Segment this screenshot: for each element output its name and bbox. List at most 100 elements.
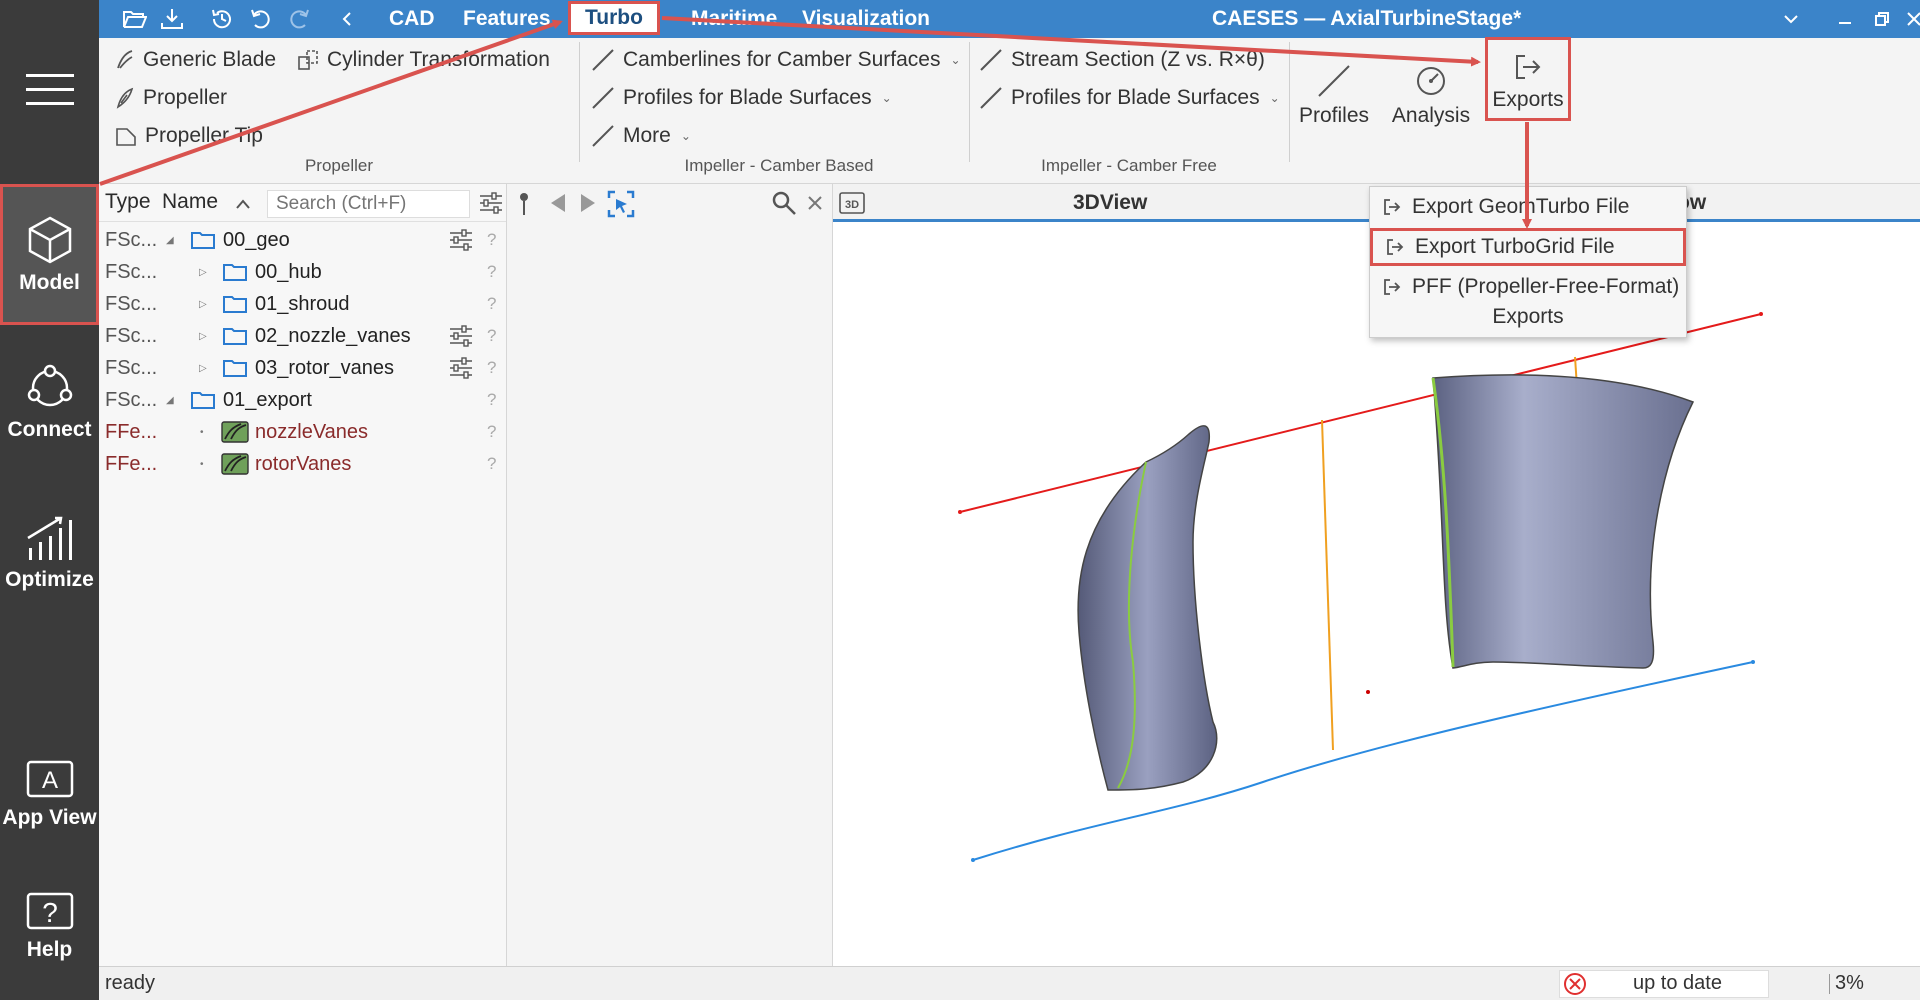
forward-arrow-icon[interactable] [579, 192, 597, 219]
profiles-blade-surfaces-button[interactable]: Profiles for Blade Surfaces ⌄ [591, 82, 892, 114]
help-mark[interactable]: ? [487, 390, 496, 410]
column-header-name[interactable]: Name [162, 190, 218, 214]
sidebar-item-help[interactable]: ? Help [0, 892, 99, 962]
expand-arrow-icon[interactable]: ◢ [166, 235, 174, 246]
menu-item-export-turbogrid[interactable]: Export TurboGrid File [1370, 228, 1686, 266]
sync-status-text: up to date [1633, 972, 1722, 994]
status-text: ready [105, 972, 156, 994]
collapsed-arrow-icon[interactable]: ▷ [199, 363, 207, 374]
tab-maritime[interactable]: Maritime [677, 0, 791, 38]
error-circle-icon[interactable] [1563, 972, 1587, 1000]
ribbon-separator [579, 42, 580, 162]
ribbon-collapse-button[interactable] [1776, 4, 1806, 34]
save-button[interactable] [158, 5, 186, 33]
profiles-label: Profiles [1298, 104, 1370, 127]
close-button[interactable] [1899, 4, 1920, 34]
chevron-down-icon: ⌄ [1269, 91, 1280, 105]
select-target-icon[interactable] [607, 190, 635, 223]
propeller-tip-button[interactable]: Propeller Tip [115, 120, 263, 152]
collapsed-arrow-icon[interactable]: ▷ [199, 331, 207, 342]
tree-row-type: FSc... [105, 260, 158, 283]
group-label-camber-free: Impeller - Camber Free [1041, 156, 1217, 175]
help-mark[interactable]: ? [487, 262, 496, 282]
tab-turbo[interactable]: Turbo [568, 1, 660, 35]
sort-up-icon[interactable] [235, 192, 251, 216]
tree-row-01-export[interactable]: FSc... ◢ 01_export ? [99, 384, 507, 416]
column-header-type[interactable]: Type [105, 190, 151, 214]
blade-feature-icon [221, 421, 249, 443]
pin-icon[interactable] [517, 192, 531, 221]
tree-row-01-shroud[interactable]: FSc... ▷ 01_shroud ? [99, 288, 507, 320]
cylinder-transformation-button[interactable]: Cylinder Transformation [297, 44, 550, 76]
folder-icon [223, 360, 247, 377]
search-input[interactable] [267, 190, 470, 218]
sidebar-item-optimize[interactable]: Optimize [0, 514, 99, 592]
tree-row-00-hub[interactable]: FSc... ▷ 00_hub ? [99, 256, 507, 288]
history-icon [212, 9, 231, 29]
open-button[interactable] [121, 5, 149, 33]
collapsed-arrow-icon[interactable]: ▷ [199, 267, 207, 278]
tree-row-name: 02_nozzle_vanes [255, 324, 411, 347]
generic-blade-button[interactable]: Generic Blade [115, 44, 276, 76]
menu-item-pff[interactable]: PFF (Propeller-Free-Format) [1370, 269, 1686, 305]
menu-item-export-geomturbo[interactable]: Export GeomTurbo File [1370, 189, 1686, 225]
properties-panel [507, 184, 833, 966]
more-button[interactable]: More ⌄ [591, 120, 691, 152]
line-tool-icon [592, 49, 614, 71]
close-icon [1907, 12, 1920, 26]
help-mark[interactable]: ? [487, 230, 496, 250]
window-title: CAESES — AxialTurbineStage* [1212, 7, 1522, 30]
propeller-button[interactable]: Propeller [115, 82, 227, 114]
tab-features[interactable]: Features [449, 0, 565, 38]
collapsed-arrow-icon[interactable]: ▷ [199, 299, 207, 310]
sidebar-item-connect[interactable]: Connect [0, 364, 99, 442]
redo-button[interactable] [285, 5, 313, 33]
help-mark[interactable]: ? [487, 358, 496, 378]
tab-cad[interactable]: CAD [375, 0, 449, 38]
tree-row-type: FSc... [105, 388, 158, 411]
tree-row-rotor-vanes[interactable]: FFe... • rotorVanes ? [99, 448, 507, 480]
settings-sliders-icon[interactable] [449, 229, 473, 251]
profiles-blade-surfaces-free-button[interactable]: Profiles for Blade Surfaces ⌄ [979, 82, 1280, 114]
exports-button[interactable]: Exports [1485, 37, 1571, 121]
analysis-button[interactable]: Analysis [1389, 38, 1473, 154]
tree-row-00-geo[interactable]: FSc... ◢ 00_geo ? [99, 224, 507, 256]
settings-sliders-icon[interactable] [449, 325, 473, 347]
minimize-button[interactable] [1830, 4, 1860, 34]
tree-row-type: FSc... [105, 324, 158, 347]
profiles-button[interactable]: Profiles [1299, 38, 1369, 154]
history-button[interactable] [208, 5, 236, 33]
sidebar-item-app-view[interactable]: A App View [0, 760, 99, 830]
hamburger-menu-button[interactable] [0, 60, 99, 120]
chevron-down-icon [1784, 15, 1798, 24]
help-mark[interactable]: ? [487, 326, 496, 346]
settings-sliders-icon[interactable] [449, 357, 473, 379]
scroll-tabs-left-button[interactable] [333, 5, 361, 33]
tree-row-03-rotor-vanes[interactable]: FSc... ▷ 03_rotor_vanes ? [99, 352, 507, 384]
propeller-tip-icon [116, 128, 136, 146]
tab-visualization[interactable]: Visualization [788, 0, 944, 38]
connect-icon [27, 364, 72, 407]
propeller-tip-label: Propeller Tip [145, 124, 263, 147]
gauge-icon [1417, 67, 1445, 95]
restore-button[interactable] [1867, 4, 1897, 34]
exports-dropdown-menu: Export GeomTurbo File Export TurboGrid F… [1369, 186, 1687, 338]
sidebar-item-model[interactable]: Model [0, 184, 99, 325]
stream-section-button[interactable]: Stream Section (Z vs. R×θ) [979, 44, 1265, 76]
tree-row-02-nozzle-vanes[interactable]: FSc... ▷ 02_nozzle_vanes ? [99, 320, 507, 352]
viewport-title[interactable]: 3DView [1073, 184, 1147, 222]
help-mark[interactable]: ? [487, 454, 496, 474]
help-mark[interactable]: ? [487, 422, 496, 442]
download-icon [161, 9, 183, 29]
camberlines-button[interactable]: Camberlines for Camber Surfaces ⌄ [591, 44, 961, 76]
back-arrow-icon[interactable] [549, 192, 567, 219]
folder-icon [223, 328, 247, 345]
undo-button[interactable] [247, 5, 275, 33]
close-icon[interactable] [807, 194, 823, 216]
expand-arrow-icon[interactable]: ◢ [166, 395, 174, 406]
filter-settings-icon[interactable] [479, 192, 503, 220]
tree-header: Type Name [99, 184, 506, 222]
search-icon[interactable] [771, 190, 797, 221]
tree-row-nozzle-vanes[interactable]: FFe... • nozzleVanes ? [99, 416, 507, 448]
help-mark[interactable]: ? [487, 294, 496, 314]
